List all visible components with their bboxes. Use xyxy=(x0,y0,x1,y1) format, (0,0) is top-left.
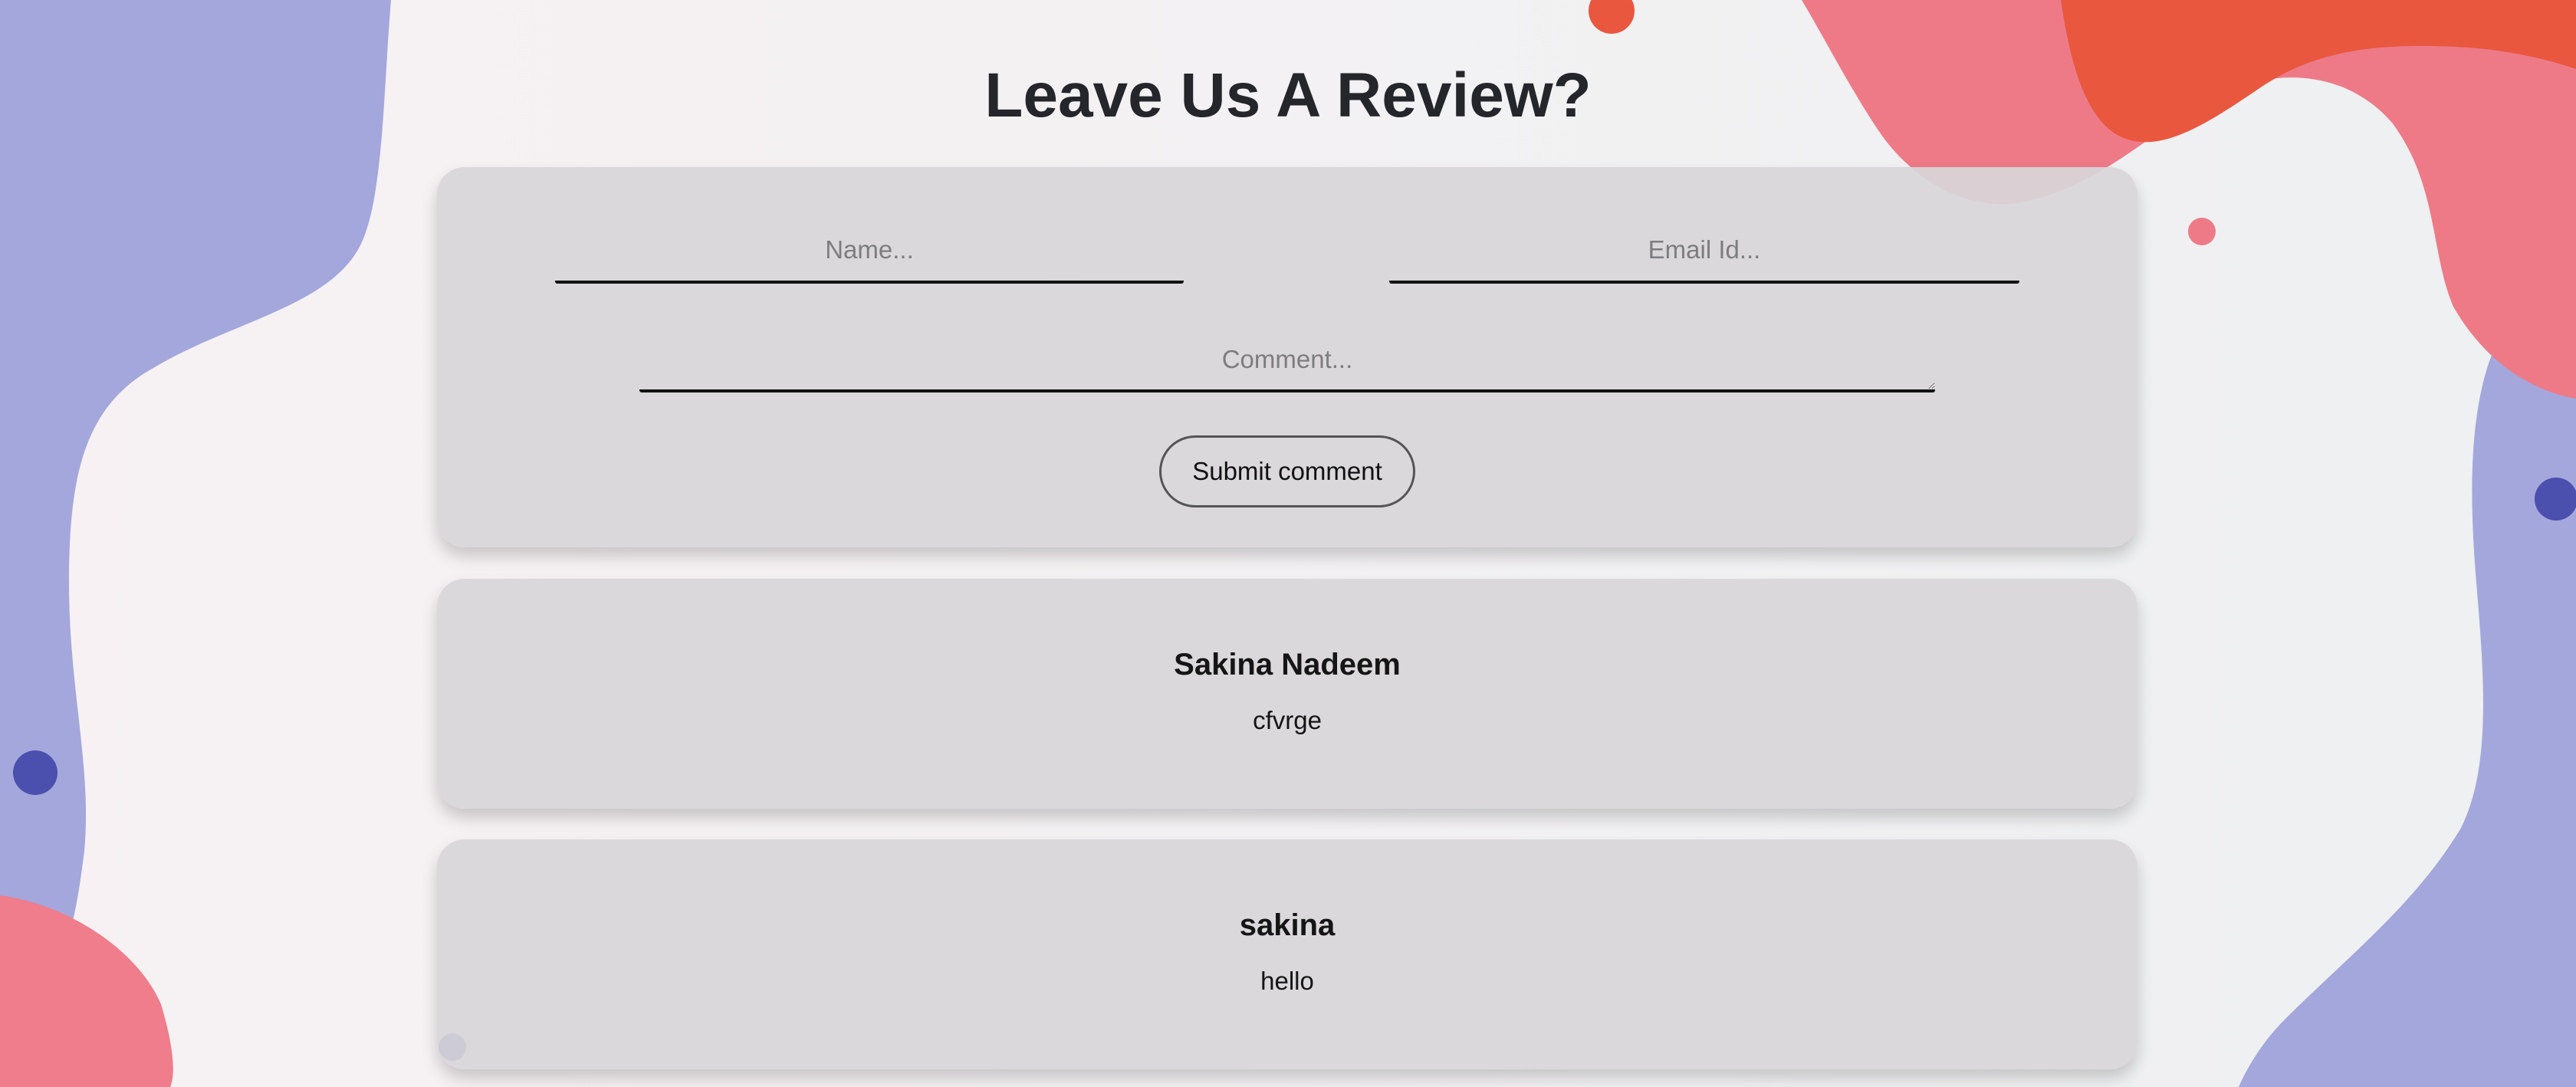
comment-textarea[interactable] xyxy=(639,330,1935,392)
blue-dot-left xyxy=(13,750,58,795)
comment-text: cfvrge xyxy=(1253,706,1322,734)
email-input[interactable] xyxy=(1389,219,2019,284)
comment-card: sakina hello xyxy=(437,839,2137,1069)
left-purple-blob xyxy=(0,0,391,997)
review-form: Submit comment xyxy=(437,167,2137,547)
blue-dot-right xyxy=(2535,478,2576,521)
left-pink-blob xyxy=(0,895,173,1087)
page-title: Leave Us A Review? xyxy=(984,61,1592,130)
comment-author: sakina xyxy=(1239,908,1336,942)
orange-dot xyxy=(1589,0,1635,34)
right-purple-blob xyxy=(2239,276,2576,1087)
name-input[interactable] xyxy=(555,219,1184,284)
pink-dot xyxy=(2188,218,2216,245)
comment-text: hello xyxy=(1260,967,1314,995)
comment-card: Sakina Nadeem cfvrge xyxy=(437,579,2137,809)
comment-author: Sakina Nadeem xyxy=(1174,648,1401,681)
submit-comment-button[interactable]: Submit comment xyxy=(1159,435,1415,507)
